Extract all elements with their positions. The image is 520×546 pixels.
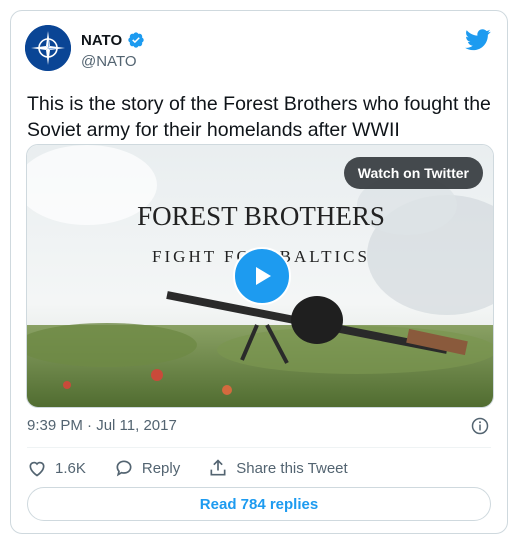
avatar[interactable]: [25, 25, 71, 71]
account-name-row[interactable]: NATO: [81, 31, 145, 49]
tweet-card[interactable]: NATO @NATO This is the story of the Fore…: [10, 10, 508, 534]
tweet-timestamp[interactable]: 9:39 PM · Jul 11, 2017: [27, 417, 177, 434]
video-title-line1: FOREST BROTHERS: [137, 201, 385, 231]
video-media[interactable]: FOREST BROTHERS FIGHT FO E BALTICS Watch…: [26, 144, 494, 408]
like-count: 1.6K: [55, 459, 86, 477]
account-handle[interactable]: @NATO: [81, 53, 137, 70]
tweet-actions: 1.6K Reply Share this Tweet: [27, 458, 376, 478]
reply-icon: [116, 460, 132, 477]
reply-label: Reply: [141, 459, 181, 477]
watch-on-twitter-button[interactable]: Watch on Twitter: [343, 157, 483, 189]
play-icon: [256, 267, 271, 285]
read-replies-button[interactable]: Read 784 replies: [27, 487, 491, 521]
like-action[interactable]: 1.6K: [27, 458, 86, 478]
nato-logo-icon: [25, 25, 71, 71]
heart-icon: [29, 461, 45, 477]
tweet-text: This is the story of the Forest Brothers…: [27, 93, 491, 141]
verified-badge-icon: [128, 32, 144, 48]
share-label: Share this Tweet: [236, 459, 348, 477]
info-icon[interactable]: [471, 417, 489, 435]
reply-action[interactable]: Reply: [114, 458, 180, 478]
share-icon: [210, 459, 226, 476]
divider: [27, 447, 491, 448]
share-action[interactable]: Share this Tweet: [208, 458, 348, 478]
account-name[interactable]: NATO: [81, 32, 122, 49]
twitter-bird-icon[interactable]: [465, 29, 491, 51]
play-button[interactable]: [233, 247, 291, 305]
